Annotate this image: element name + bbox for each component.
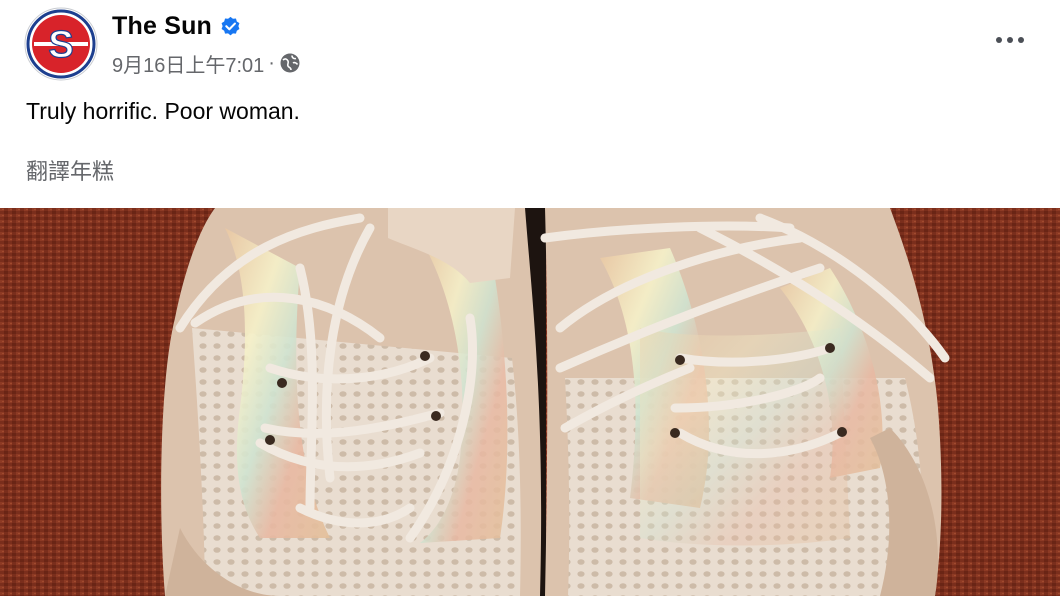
right-sneaker (540, 208, 950, 596)
post-caption: Truly horrific. Poor woman. (26, 98, 300, 124)
left-sneaker (161, 208, 542, 596)
page-name[interactable]: The Sun (112, 12, 212, 41)
see-translation-link[interactable]: 翻譯年糕 (26, 154, 114, 186)
post-photo[interactable] (0, 208, 1060, 596)
meta-separator: · (268, 51, 275, 74)
sneakers-photo (0, 208, 1060, 596)
post-timestamp[interactable]: 9月16日上午7:01 (112, 49, 264, 78)
verified-badge-icon (221, 16, 240, 35)
page-name-row: The Sun (112, 10, 241, 42)
more-dot (1007, 37, 1013, 43)
more-dot (996, 37, 1002, 43)
more-dot (1018, 37, 1024, 43)
post-header: S The Sun 9月16日上午7:01 · (0, 0, 1060, 90)
globe-icon[interactable] (279, 52, 301, 74)
page-avatar[interactable]: S (24, 7, 98, 81)
post-meta: 9月16日上午7:01 · (112, 48, 301, 78)
more-options-button[interactable] (982, 22, 1038, 58)
facebook-post: S The Sun 9月16日上午7:01 · Truly horrific. … (0, 0, 1060, 596)
avatar-letter: S (48, 24, 73, 66)
